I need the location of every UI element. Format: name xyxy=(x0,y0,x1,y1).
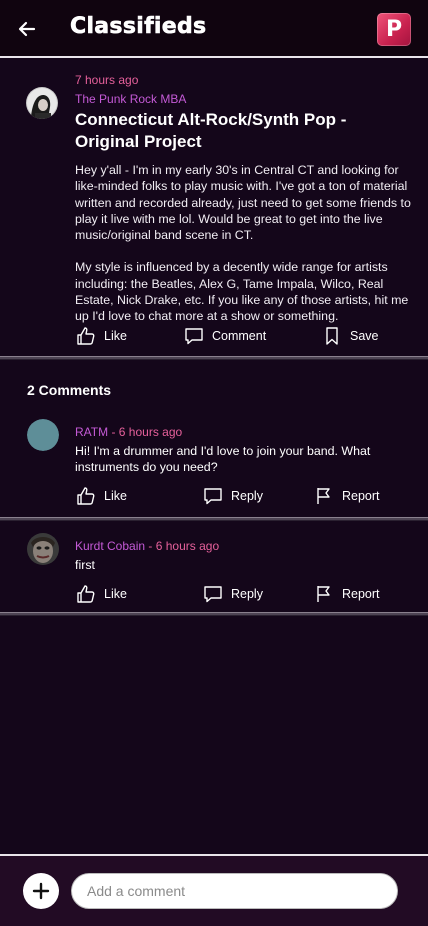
comment-icon xyxy=(204,488,222,505)
like-button[interactable]: Like xyxy=(76,326,127,346)
report-label: Report xyxy=(342,587,380,601)
comment-button[interactable]: Comment xyxy=(184,326,266,346)
flag-icon xyxy=(317,488,330,504)
meta-separator: - xyxy=(148,539,153,553)
logo-letter: P xyxy=(385,17,403,42)
comment-time: 6 hours ago xyxy=(118,425,183,439)
post-author-avatar[interactable] xyxy=(26,87,58,119)
save-button[interactable]: Save xyxy=(322,326,379,346)
comment-text: Hi! I'm a drummer and I'd love to join y… xyxy=(75,444,371,474)
post-body-paragraph: Hey y'all - I'm in my early 30's in Cent… xyxy=(75,163,411,243)
comments-count: 2 Comments xyxy=(27,382,112,398)
arrow-left-icon xyxy=(18,21,36,37)
comment-divider xyxy=(0,517,428,521)
report-button[interactable]: Report xyxy=(314,584,380,604)
comment-icon xyxy=(185,328,203,345)
comment-author[interactable]: Kurdt Cobain xyxy=(75,539,145,553)
flag-icon xyxy=(317,586,330,602)
post-title: Connecticut Alt-Rock/Synth Pop - Origina… xyxy=(75,110,347,151)
comment-author-avatar[interactable] xyxy=(27,419,59,451)
comment-item: RATM - 6 hours ago Hi! I'm a drummer and… xyxy=(0,417,428,517)
comment-author[interactable]: RATM xyxy=(75,425,108,439)
meta-separator: - xyxy=(111,425,116,439)
comment-author-avatar[interactable] xyxy=(27,533,59,565)
comment-like-button[interactable]: Like xyxy=(76,584,127,604)
like-label: Like xyxy=(104,489,127,503)
thumbs-up-icon xyxy=(77,487,95,505)
app-header: Classifieds P xyxy=(0,0,428,58)
report-button[interactable]: Report xyxy=(314,486,380,506)
like-label: Like xyxy=(104,329,127,343)
post-author[interactable]: The Punk Rock MBA xyxy=(75,92,186,106)
comment-composer xyxy=(0,854,428,926)
section-divider xyxy=(0,356,428,360)
reply-label: Reply xyxy=(231,489,263,503)
comment-item: Kurdt Cobain - 6 hours ago first Like Re… xyxy=(0,531,428,613)
page-title: Classifieds xyxy=(70,14,207,40)
comment-meta: RATM - 6 hours ago xyxy=(75,425,182,439)
reply-label: Reply xyxy=(231,587,263,601)
post-time: 7 hours ago xyxy=(75,73,139,87)
reply-button[interactable]: Reply xyxy=(203,486,263,506)
comment-input[interactable] xyxy=(71,873,398,909)
app-logo[interactable]: P xyxy=(377,13,411,46)
post-card: 7 hours ago The Punk Rock MBA Connecticu… xyxy=(0,60,428,358)
comment-like-button[interactable]: Like xyxy=(76,486,127,506)
comment-meta: Kurdt Cobain - 6 hours ago xyxy=(75,539,219,553)
like-label: Like xyxy=(104,587,127,601)
thumbs-up-icon xyxy=(77,585,95,603)
comment-label: Comment xyxy=(212,329,267,343)
comment-icon xyxy=(204,586,222,603)
comment-time: 6 hours ago xyxy=(155,539,220,553)
report-label: Report xyxy=(342,489,380,503)
back-button[interactable] xyxy=(14,16,40,42)
thumbs-up-icon xyxy=(77,327,95,345)
bookmark-icon xyxy=(326,327,338,345)
reply-button[interactable]: Reply xyxy=(203,584,263,604)
comment-text: first xyxy=(75,558,95,572)
plus-icon xyxy=(32,882,50,900)
save-label: Save xyxy=(350,329,379,343)
post-body-paragraph: My style is influenced by a decently wid… xyxy=(75,260,409,324)
comment-divider xyxy=(0,612,428,616)
add-button[interactable] xyxy=(23,873,59,909)
post-body: Hey y'all - I'm in my early 30's in Cent… xyxy=(75,162,415,325)
